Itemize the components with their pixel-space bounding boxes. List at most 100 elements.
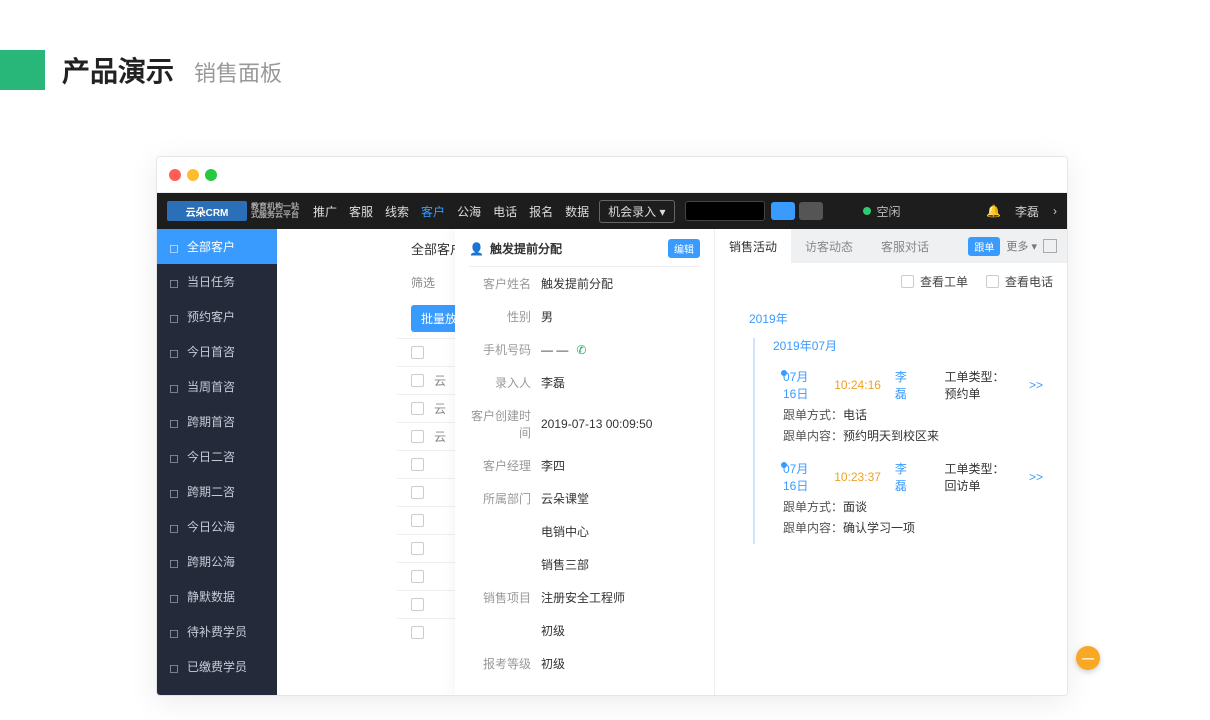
entry-time: 10:24:16 [834,378,881,392]
detail-row: 报考等级初级 [469,647,700,680]
entry-expand[interactable]: >> [1029,378,1049,392]
hangup-button[interactable] [799,202,823,220]
sidebar-item-2[interactable]: ◻预约客户 [157,299,277,334]
row-checkbox[interactable] [411,458,424,471]
toolbar-item[interactable]: 查看电话 [986,273,1053,290]
call-button[interactable] [771,202,795,220]
row-checkbox[interactable] [411,346,424,359]
app-window: 云朵CRM 教育机构一站 式服务云平台 推广客服线索客户公海电话报名数据 机会录… [156,156,1068,696]
sidebar-icon: ◻ [169,556,181,568]
sidebar-item-label: 已缴费学员 [187,658,247,675]
person-icon: 👤 [469,242,484,256]
mac-maximize-dot[interactable] [205,169,217,181]
row-checkbox[interactable] [411,430,424,443]
detail-row-label: 录入人 [469,374,541,391]
bell-icon[interactable]: 🔔 [986,204,1001,218]
row-checkbox[interactable] [411,514,424,527]
nav-item-0[interactable]: 推广 [313,203,337,220]
nav-item-6[interactable]: 报名 [529,203,553,220]
entry-expand[interactable]: >> [1029,470,1049,484]
sidebar-icon: ◻ [169,241,181,253]
nav-item-3[interactable]: 客户 [421,203,445,220]
timeline-entry: 07月16日10:23:37李磊工单类型：回访单>>跟单方式：面谈跟单内容：确认… [783,454,1049,546]
sidebar-icon: ◻ [169,696,181,697]
floating-action-button[interactable]: — [1076,646,1100,670]
detail-row-label: 所属部门 [469,490,541,507]
detail-row: 客户经理李四 [469,449,700,482]
detail-row: 手机号码— —✆ [469,333,700,366]
detail-row-value: 云朵课堂 [541,490,700,507]
logo-sub: 教育机构一站 式服务云平台 [251,203,299,219]
user-name[interactable]: 李磊 [1015,203,1039,220]
row-checkbox[interactable] [411,570,424,583]
sidebar-item-5[interactable]: ◻跨期首咨 [157,404,277,439]
sidebar-item-11[interactable]: ◻待补费学员 [157,614,277,649]
user-menu-chevron-icon[interactable]: › [1053,204,1057,218]
entry-date: 07月16日 [783,368,820,402]
logo-brand: 云朵CRM [186,204,229,219]
sidebar-item-7[interactable]: ◻跨期二咨 [157,474,277,509]
logo: 云朵CRM 教育机构一站 式服务云平台 [167,201,299,221]
detail-row: 客户姓名触发提前分配 [469,267,700,300]
toolbar-checkbox[interactable] [901,275,914,288]
row-checkbox[interactable] [411,542,424,555]
timeline-year: 2019年 [749,310,1049,327]
entry-line: 跟单方式：面谈 [783,498,1049,515]
sidebar-item-8[interactable]: ◻今日公海 [157,509,277,544]
row-cell: 云 [434,400,446,417]
entry-time: 10:23:37 [834,470,881,484]
sidebar-item-0[interactable]: ◻ 全部客户 [157,229,277,264]
detail-row: 所属部门云朵课堂 [469,482,700,515]
sidebar-item-label: 待补费学员 [187,623,247,640]
detail-row-value: 初级 [541,622,700,639]
add-opportunity-button[interactable]: 机会录入 ▾ [599,200,674,223]
sidebar-item-4[interactable]: ◻当周首咨 [157,369,277,404]
status-label: 空闲 [877,203,901,220]
activity-tab-0[interactable]: 销售活动 [715,229,791,263]
activity-tab-2[interactable]: 客服对话 [867,229,943,263]
toolbar-checkbox[interactable] [986,275,999,288]
sidebar-item-label: 跨期首咨 [187,413,235,430]
row-checkbox[interactable] [411,626,424,639]
activity-tab-1[interactable]: 访客动态 [791,229,867,263]
activity-panel: 销售活动访客动态客服对话 跟单 更多 ▾ 查看工单查看电话 2019年 2019… [715,229,1067,695]
sidebar-item-12[interactable]: ◻ 已缴费学员 [157,649,277,684]
toolbar-item[interactable]: 查看工单 [901,273,968,290]
toolbar-label: 查看电话 [1005,273,1053,290]
detail-row-value: 2019-07-13 00:09:50 [541,417,700,431]
detail-row: 销售项目注册安全工程师 [469,581,700,614]
nav-item-4[interactable]: 公海 [457,203,481,220]
sidebar-item-10[interactable]: ◻静默数据 [157,579,277,614]
edit-button[interactable]: 编辑 [668,239,700,258]
more-menu[interactable]: 更多 ▾ [1006,238,1037,254]
nav-item-2[interactable]: 线索 [385,203,409,220]
layout-icon[interactable] [1043,239,1057,253]
sidebar-item-3[interactable]: ◻今日首咨 [157,334,277,369]
nav-item-1[interactable]: 客服 [349,203,373,220]
detail-row-label: 报考等级 [469,655,541,672]
sidebar-icon: ◻ [169,381,181,393]
sidebar-item-label: 全部客户 [187,238,235,255]
nav-item-7[interactable]: 数据 [565,203,589,220]
phone-icon[interactable]: ✆ [576,343,586,357]
row-checkbox[interactable] [411,486,424,499]
sidebar-icon: ◻ [169,661,181,673]
followup-pill[interactable]: 跟单 [968,237,1000,256]
mac-close-dot[interactable] [169,169,181,181]
detail-row-label: 销售项目 [469,589,541,606]
sidebar-item-9[interactable]: ◻跨期公海 [157,544,277,579]
detail-row-label: 客户经理 [469,457,541,474]
row-checkbox[interactable] [411,402,424,415]
sidebar-item-6[interactable]: ◻今日二咨 [157,439,277,474]
nav-item-5[interactable]: 电话 [493,203,517,220]
search-input[interactable] [685,201,765,221]
row-checkbox[interactable] [411,374,424,387]
sidebar-item-1[interactable]: ◻当日任务 [157,264,277,299]
row-checkbox[interactable] [411,598,424,611]
sidebar-item-label: 今日首咨 [187,343,235,360]
entry-type: 工单类型：回访单 [945,460,1015,494]
sidebar-item-13[interactable]: ◻开通课程 [157,684,277,696]
detail-row-value: 触发提前分配 [541,275,700,292]
timeline-dot-icon [781,462,787,468]
mac-minimize-dot[interactable] [187,169,199,181]
